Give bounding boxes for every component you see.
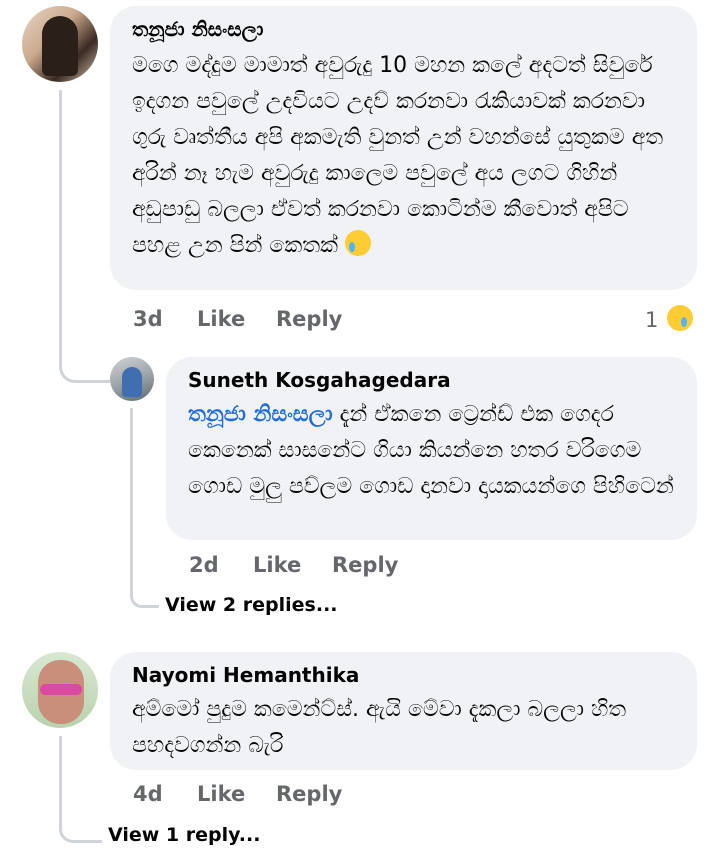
reaction-summary[interactable]: 1	[645, 305, 694, 332]
comment-text: අම්මෝ පුදුම කමෙන්ට්ස්. ඇයි මේවා දැකලා බල…	[132, 692, 675, 764]
comment-actions: 4d Like Reply	[133, 782, 533, 812]
comment-time[interactable]: 2d	[189, 553, 219, 577]
reply-button[interactable]: Reply	[276, 782, 342, 806]
reply-button[interactable]: Reply	[332, 553, 398, 577]
avatar-sunglasses	[40, 684, 82, 695]
comment-body: අම්මෝ පුදුම කමෙන්ට්ස්. ඇයි මේවා දැකලා බල…	[132, 697, 627, 758]
like-button[interactable]: Like	[197, 782, 245, 806]
like-button[interactable]: Like	[253, 553, 301, 577]
comment-text: මගෙ මද්දුම මාමාත් අවුරුදු 10 මහන කලේ අදට…	[132, 48, 675, 264]
avatar-figure	[42, 16, 78, 76]
comment-actions: 3d Like Reply	[133, 307, 693, 337]
comment-bubble: Suneth Kosgahagedara තනූජා නිසංසලා දැන් …	[166, 357, 697, 540]
thread-connector	[130, 583, 159, 608]
comment-author[interactable]: තනූජා නිසංසලා	[132, 16, 675, 42]
comment-bubble: තනූජා නිසංසලා මගෙ මද්දුම මාමාත් අවුරුදු …	[110, 6, 697, 290]
thread-line	[130, 408, 133, 583]
comment-author[interactable]: Suneth Kosgahagedara	[188, 367, 675, 393]
comment-actions: 2d Like Reply	[189, 553, 589, 583]
avatar-figure	[122, 367, 142, 397]
mention-link[interactable]: තනූජා නිසංසලා	[188, 402, 333, 427]
thread-line	[59, 90, 62, 290]
comment-author[interactable]: Nayomi Hemanthika	[132, 662, 675, 688]
thread-connector	[59, 290, 110, 383]
thread-connector	[59, 816, 102, 843]
avatar[interactable]	[22, 652, 98, 728]
sad-reaction-icon	[667, 305, 694, 331]
comment-time[interactable]: 4d	[133, 782, 163, 806]
thread-line	[59, 736, 62, 816]
comment-body: මගෙ මද්දුම මාමාත් අවුරුදු 10 මහන කලේ අදට…	[132, 53, 664, 258]
comment-text: තනූජා නිසංසලා දැන් ඒකනෙ ට්‍රෙන්ඩ් එක ගෙද…	[188, 397, 675, 505]
avatar[interactable]	[110, 357, 154, 401]
crying-face-emoji	[344, 230, 371, 256]
view-replies-link[interactable]: View 2 replies...	[165, 594, 338, 616]
avatar[interactable]	[22, 6, 98, 82]
comment-time[interactable]: 3d	[133, 307, 163, 331]
reply-button[interactable]: Reply	[276, 307, 342, 331]
comment-bubble: Nayomi Hemanthika අම්මෝ පුදුම කමෙන්ට්ස්.…	[110, 652, 697, 770]
like-button[interactable]: Like	[197, 307, 245, 331]
view-replies-link[interactable]: View 1 reply...	[108, 824, 260, 846]
reaction-count: 1	[645, 308, 659, 332]
